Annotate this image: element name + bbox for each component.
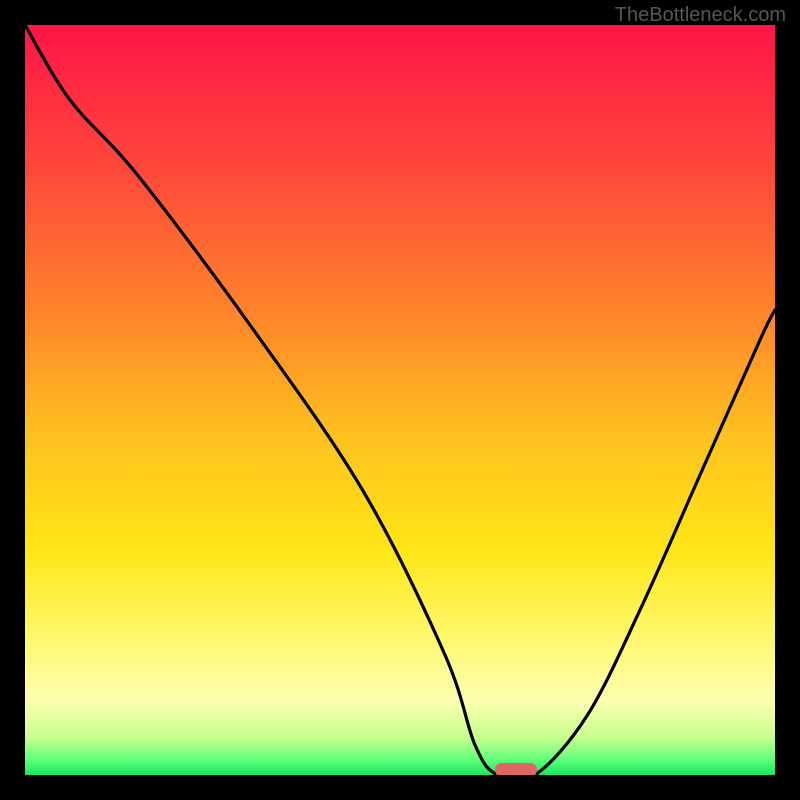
plot-area [25,25,775,775]
plot-frame [25,25,775,775]
optimal-marker [495,763,537,775]
bottleneck-curve [25,25,775,775]
watermark-text: TheBottleneck.com [615,4,786,27]
